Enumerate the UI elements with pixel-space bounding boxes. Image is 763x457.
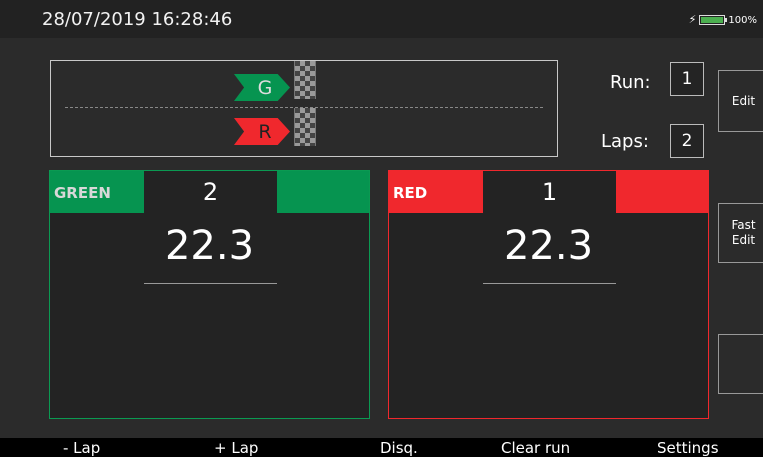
settings-button[interactable]: Settings	[657, 439, 719, 457]
green-time-underline	[144, 283, 277, 284]
edit-button[interactable]: Edit	[718, 70, 763, 132]
edit-button-label: Edit	[731, 93, 756, 108]
green-lane-panel: GREEN 2 22.3	[49, 170, 370, 419]
red-lane-flag-icon: R	[234, 118, 290, 145]
laps-value[interactable]: 2	[670, 124, 704, 158]
battery-indicator: ⚡ 100%	[689, 13, 757, 27]
battery-percent: 100%	[728, 14, 757, 26]
green-lap-count: 2	[144, 171, 277, 213]
status-bar: 28/07/2019 16:28:46 ⚡ 100%	[0, 0, 763, 38]
fast-edit-button[interactable]: Fast Edit	[718, 203, 763, 263]
laps-label: Laps:	[601, 131, 649, 152]
green-time: 22.3	[164, 223, 255, 269]
red-panel-header: RED 1	[389, 171, 708, 213]
run-value[interactable]: 1	[670, 62, 704, 96]
red-team-name: RED	[393, 184, 428, 202]
green-lane-flag-icon: G	[234, 74, 290, 101]
red-lap-count: 1	[483, 171, 616, 213]
battery-icon	[699, 15, 728, 25]
datetime: 28/07/2019 16:28:46	[42, 9, 233, 30]
minus-lap-button[interactable]: - Lap	[63, 439, 100, 457]
track-view: G R	[50, 60, 558, 157]
green-team-name: GREEN	[54, 184, 111, 202]
plus-lap-button[interactable]: + Lap	[214, 439, 258, 457]
blank-side-button[interactable]	[718, 334, 763, 394]
clear-run-button[interactable]: Clear run	[501, 439, 570, 457]
run-label: Run:	[610, 72, 651, 93]
green-finish-line-icon	[294, 61, 316, 99]
disqualify-button[interactable]: Disq.	[380, 439, 418, 457]
red-time: 22.3	[503, 223, 594, 269]
red-finish-line-icon	[294, 108, 316, 146]
bottom-toolbar: - Lap + Lap Disq. Clear run Settings	[0, 438, 763, 457]
fast-edit-button-label: Fast Edit	[731, 218, 756, 247]
red-time-underline	[483, 283, 616, 284]
green-panel-header: GREEN 2	[50, 171, 369, 213]
red-lane-panel: RED 1 22.3	[388, 170, 709, 419]
battery-fill	[701, 17, 724, 23]
plug-icon: ⚡	[688, 13, 697, 26]
